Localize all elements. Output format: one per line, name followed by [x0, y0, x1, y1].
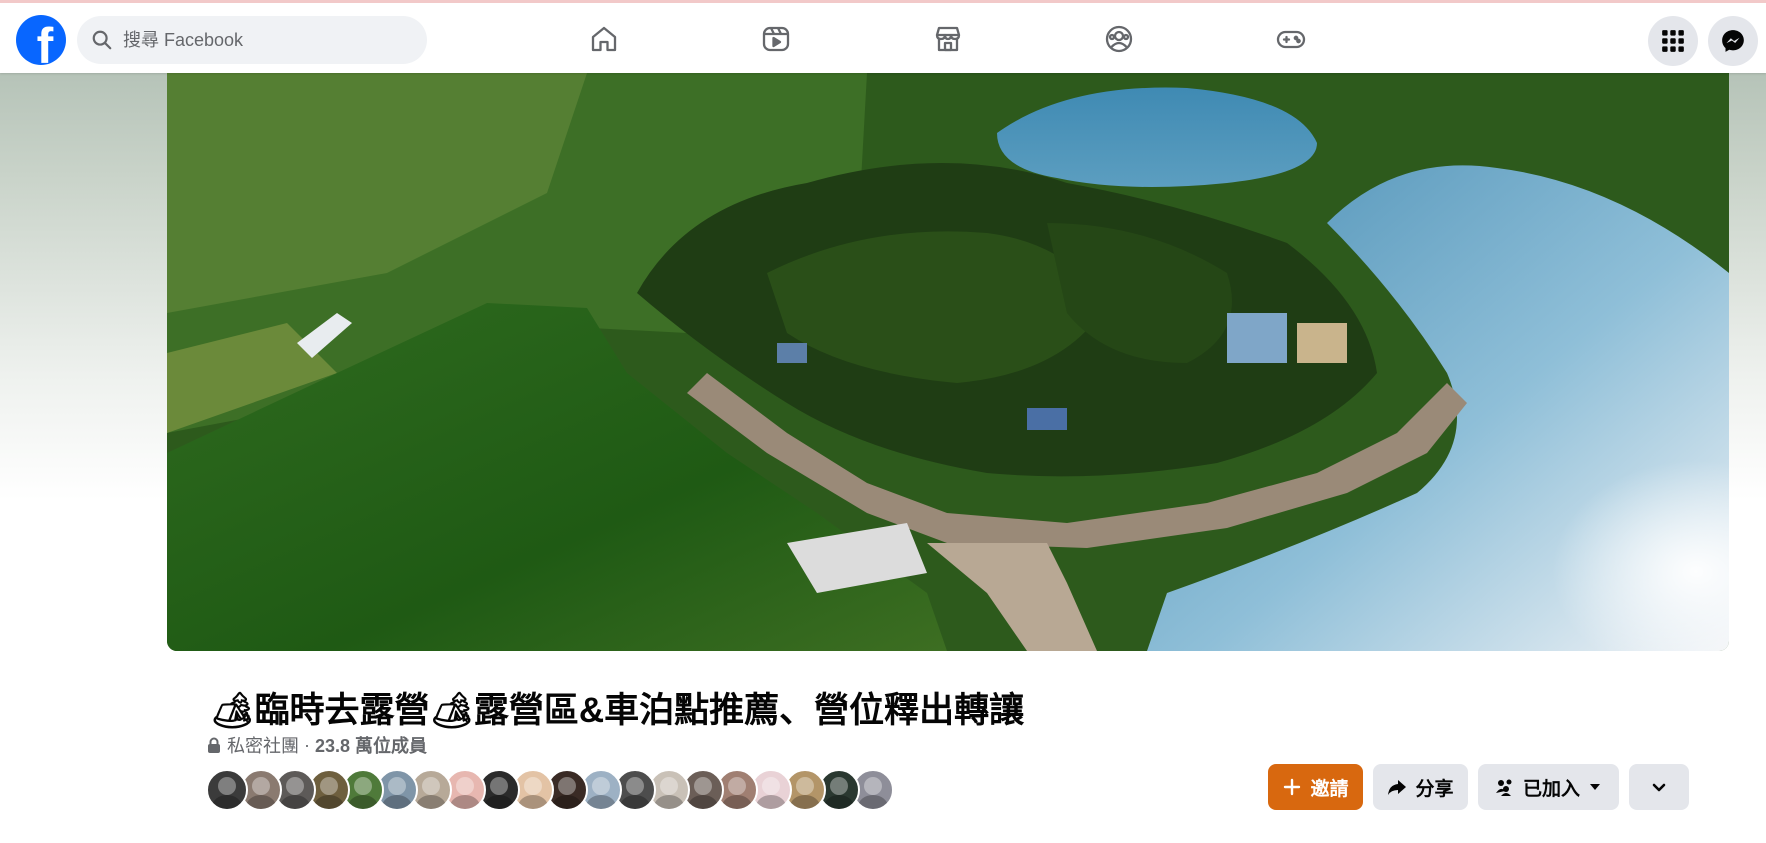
nav-video-button[interactable]: [754, 17, 798, 61]
member-count-link[interactable]: 23.8 萬位成員: [315, 732, 427, 758]
privacy-label: 私密社團: [227, 736, 299, 756]
camping-emoji-icon: 🏕: [429, 691, 474, 730]
search-box[interactable]: [77, 16, 427, 64]
caret-down-icon: [1590, 784, 1600, 790]
search-input[interactable]: [123, 29, 403, 51]
share-button[interactable]: 分享: [1373, 764, 1468, 810]
messenger-button[interactable]: [1708, 16, 1758, 66]
facebook-logo[interactable]: f: [16, 15, 66, 65]
nav-home-button[interactable]: [582, 17, 626, 61]
share-arrow-icon: [1388, 780, 1407, 795]
group-title-part-2: 露營區&車泊點推薦、營位釋出轉讓: [473, 691, 1025, 730]
group-meta: 私密社團 · 23.8 萬位成員: [207, 733, 427, 757]
more-options-button[interactable]: [1629, 764, 1689, 810]
members-icon: [1495, 779, 1512, 796]
messenger-icon: [1722, 30, 1744, 52]
share-label: 分享: [1415, 778, 1454, 800]
groups-icon: [1105, 25, 1133, 53]
meta-separator: ·: [304, 734, 310, 755]
video-icon: [762, 26, 790, 52]
plus-icon: [1284, 778, 1301, 796]
invite-button[interactable]: 邀請: [1268, 764, 1363, 810]
lock-icon: [208, 737, 220, 753]
search-icon: [92, 30, 112, 50]
menu-grid-icon: [1662, 30, 1684, 52]
nav-gaming-button[interactable]: [1269, 17, 1313, 61]
group-title-part-1: 臨時去露營: [254, 691, 430, 730]
chevron-down-icon: [1652, 783, 1666, 792]
lake-campsite-aerial-photo: [167, 73, 1729, 651]
invite-label: 邀請: [1310, 778, 1349, 800]
joined-label: 已加入: [1522, 778, 1580, 800]
menu-button[interactable]: [1648, 16, 1698, 66]
member-avatars[interactable]: [206, 769, 894, 811]
gaming-icon: [1276, 30, 1306, 49]
group-cover-photo[interactable]: [167, 73, 1729, 651]
marketplace-icon: [935, 26, 961, 52]
member-avatar[interactable]: [206, 769, 248, 811]
group-title[interactable]: 🏕臨時去露營🏕露營區&車泊點推薦、營位釋出轉讓: [210, 682, 1310, 733]
camping-emoji-icon: 🏕: [210, 691, 255, 730]
joined-button[interactable]: 已加入: [1478, 764, 1619, 810]
top-navigation-bar: f: [0, 0, 1766, 73]
nav-marketplace-button[interactable]: [926, 17, 970, 61]
nav-groups-button[interactable]: [1097, 17, 1141, 61]
home-icon: [591, 26, 617, 52]
